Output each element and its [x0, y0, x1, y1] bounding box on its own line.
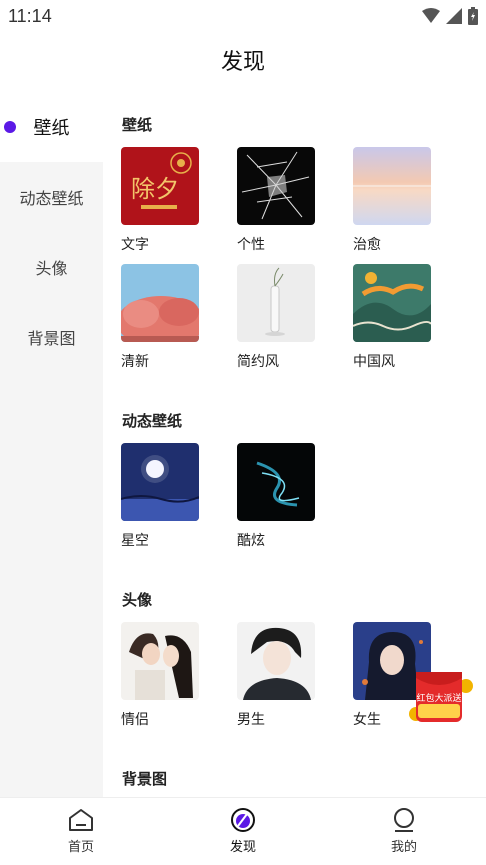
tile-chinese-style[interactable]: 中国风 — [353, 264, 431, 371]
red-packet-text: 红包大派送 — [416, 692, 461, 704]
thumbnail-cool — [237, 443, 315, 521]
nav-label: 我的 — [390, 840, 417, 855]
sidebar-item-label: 动态壁纸 — [19, 189, 84, 208]
sidebar-item-wallpaper[interactable]: 壁纸 — [0, 92, 103, 162]
tile-cool[interactable]: 酷炫 — [237, 443, 315, 550]
tile-label: 中国风 — [353, 354, 395, 370]
signal-icon — [446, 8, 462, 24]
red-packet-promo[interactable]: 红包大派送 — [408, 668, 474, 726]
tile-text[interactable]: 除夕 文字 — [121, 147, 199, 254]
sidebar-item-avatar[interactable]: 头像 — [0, 232, 103, 302]
tile-starry-sky[interactable]: 星空 — [121, 443, 199, 550]
profile-icon — [394, 808, 414, 832]
status-icons — [422, 7, 478, 25]
thumbnail-text: 除夕 — [121, 147, 199, 225]
sidebar-item-label: 壁纸 — [33, 118, 70, 139]
tile-couple[interactable]: 情侣 — [121, 622, 199, 729]
sidebar-item-live-wallpaper[interactable]: 动态壁纸 — [0, 162, 103, 232]
thumbnail-starry-sky — [121, 443, 199, 521]
bottom-navigation: 首页 发现 我的 — [0, 797, 486, 865]
thumbnail-healing — [353, 147, 431, 225]
thumbnail-chinese-style — [353, 264, 431, 342]
tile-healing[interactable]: 治愈 — [353, 147, 431, 254]
nav-profile[interactable]: 我的 — [364, 806, 444, 855]
tile-label: 清新 — [121, 354, 149, 370]
section-title-background: 背景图 — [122, 770, 168, 788]
tile-label: 简约风 — [237, 354, 279, 370]
page-title: 发现 — [220, 50, 265, 75]
discover-icon — [231, 808, 255, 832]
tile-label: 男生 — [237, 712, 265, 728]
tile-male[interactable]: 男生 — [237, 622, 315, 729]
tile-label: 个性 — [237, 237, 265, 253]
section-title-live-wallpaper: 动态壁纸 — [122, 412, 183, 430]
thumb-badge-text: 除夕 — [131, 175, 179, 203]
sidebar-item-label: 背景图 — [27, 329, 76, 348]
tile-label: 情侣 — [121, 712, 149, 728]
nav-home[interactable]: 首页 — [41, 806, 121, 855]
nav-label: 首页 — [67, 840, 94, 855]
thumbnail-fresh — [121, 264, 199, 342]
wifi-icon — [422, 8, 440, 23]
sidebar-background: 动态壁纸 头像 背景图 — [0, 162, 103, 797]
thumbnail-minimal — [237, 264, 315, 342]
thumbnail-male — [237, 622, 315, 700]
tile-label: 酷炫 — [237, 533, 265, 549]
status-time: 11:14 — [8, 6, 52, 26]
tile-label: 星空 — [121, 533, 149, 549]
active-indicator-dot — [4, 121, 16, 133]
tile-personality[interactable]: 个性 — [237, 147, 315, 254]
thumbnail-couple — [121, 622, 199, 700]
tile-label: 治愈 — [353, 237, 381, 253]
nav-discover[interactable]: 发现 — [203, 806, 283, 855]
sidebar-item-background[interactable]: 背景图 — [0, 302, 103, 372]
section-title-avatar: 头像 — [122, 591, 153, 609]
tile-fresh[interactable]: 清新 — [121, 264, 199, 371]
status-bar: 11:14 — [0, 0, 486, 32]
thumbnail-personality — [237, 147, 315, 225]
battery-icon — [468, 7, 478, 25]
sidebar-item-label: 头像 — [35, 259, 68, 278]
nav-label: 发现 — [229, 840, 256, 855]
section-title-wallpaper: 壁纸 — [122, 116, 153, 134]
tile-label: 文字 — [121, 237, 149, 253]
tile-minimal[interactable]: 简约风 — [237, 264, 315, 371]
home-icon — [69, 809, 93, 831]
